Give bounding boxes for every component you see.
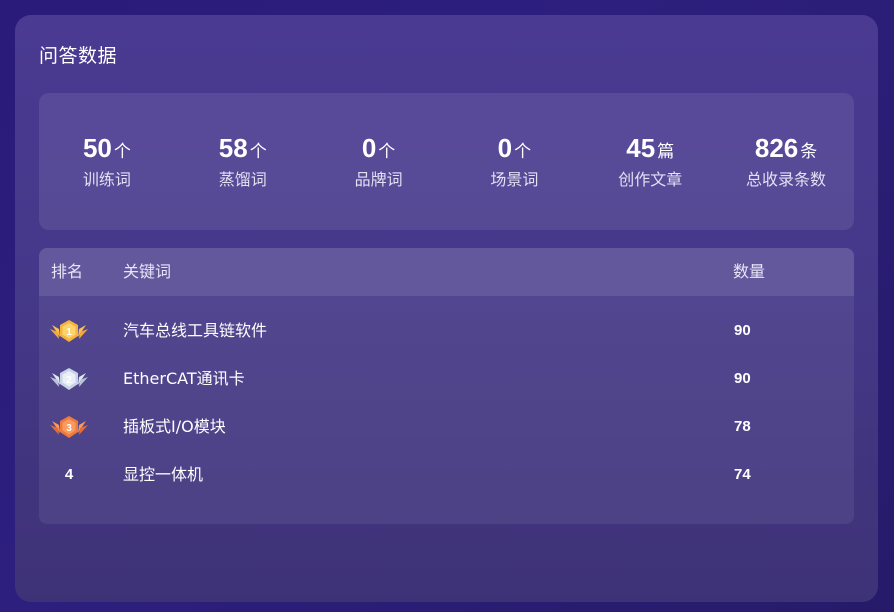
- rank-cell: 1: [49, 307, 89, 355]
- stat-scene-words: 0个 场景词: [446, 93, 582, 230]
- table-row: 4 显控一体机 74: [39, 451, 854, 499]
- table-row: 3 插板式I/O模块 78: [39, 403, 854, 451]
- stat-label: 品牌词: [354, 170, 403, 189]
- stat-unit: 条: [800, 142, 818, 162]
- count-cell: 74: [734, 466, 751, 483]
- stat-value: 0: [497, 133, 513, 163]
- stat-value: 50: [82, 133, 112, 163]
- stat-label: 总收录条数: [746, 170, 827, 189]
- table-row: 2 EtherCAT通讯卡 90: [39, 355, 854, 403]
- header-rank: 排名: [51, 262, 84, 281]
- stat-training-words: 50 个 训练词: [39, 93, 175, 230]
- count-cell: 90: [734, 322, 751, 339]
- svg-text:1: 1: [66, 327, 72, 338]
- stat-brand-words: 0个 品牌词: [311, 93, 447, 230]
- stat-unit: 个: [249, 142, 267, 162]
- stat-value: 58: [218, 133, 248, 163]
- rank-cell: 2: [49, 355, 89, 403]
- svg-text:3: 3: [66, 423, 72, 434]
- stat-label: 蒸馏词: [218, 170, 267, 189]
- rank-cell: 4: [49, 451, 89, 499]
- header-keyword: 关键词: [123, 262, 172, 281]
- stat-articles: 45 篇 创作文章: [582, 93, 718, 230]
- stat-unit: 个: [378, 142, 396, 162]
- rank-number: 4: [64, 466, 74, 483]
- table-row: 1 汽车总线工具链软件 90: [39, 307, 854, 355]
- stat-unit: 个: [514, 142, 532, 162]
- keyword-cell: EtherCAT通讯卡: [123, 369, 245, 388]
- keyword-cell: 汽车总线工具链软件: [123, 321, 268, 340]
- svg-text:2: 2: [66, 375, 72, 386]
- count-cell: 78: [734, 418, 751, 435]
- keyword-ranking-table: 排名 关键词 数量 1 汽车总线工具链软件 90 2 EtherCAT通讯卡 9…: [39, 248, 854, 524]
- table-body: 1 汽车总线工具链软件 90 2 EtherCAT通讯卡 90 3 插板式I/O…: [39, 296, 854, 499]
- bronze-medal-icon: 3: [50, 416, 88, 438]
- stat-label: 创作文章: [618, 170, 683, 189]
- stat-label: 训练词: [82, 170, 131, 189]
- stat-distilled-words: 58 个 蒸馏词: [175, 93, 311, 230]
- silver-medal-icon: 2: [50, 368, 88, 390]
- card-title: 问答数据: [39, 45, 118, 67]
- header-count: 数量: [733, 262, 766, 281]
- rank-cell: 3: [49, 403, 89, 451]
- count-cell: 90: [734, 370, 751, 387]
- stat-unit: 个: [113, 142, 131, 162]
- gold-medal-icon: 1: [50, 320, 88, 342]
- stat-total-indexed: 826 条 总收录条数: [718, 93, 854, 230]
- stat-label: 场景词: [490, 170, 539, 189]
- keyword-cell: 显控一体机: [123, 465, 204, 484]
- stats-panel: 50 个 训练词 58 个 蒸馏词 0个 品牌词 0个 场景词 45 篇 创作文…: [39, 93, 854, 230]
- stat-unit: 篇: [657, 142, 675, 162]
- stat-value: 45: [626, 133, 656, 163]
- stat-value: 826: [754, 133, 799, 163]
- keyword-cell: 插板式I/O模块: [123, 417, 226, 436]
- qa-data-card: 问答数据 50 个 训练词 58 个 蒸馏词 0个 品牌词 0个 场景词 45 …: [15, 15, 878, 602]
- table-header: 排名 关键词 数量: [39, 248, 854, 296]
- stat-value: 0: [361, 133, 377, 163]
